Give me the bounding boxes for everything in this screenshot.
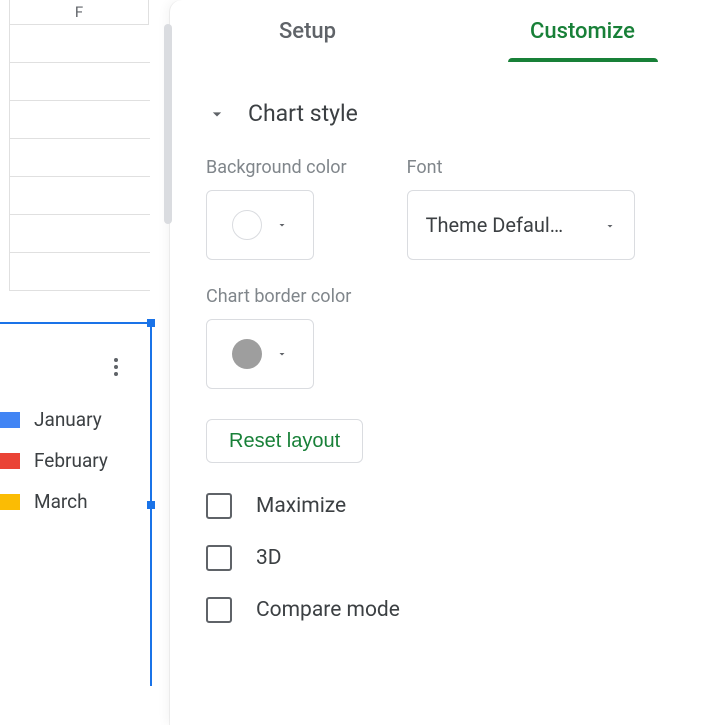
field-label: Font <box>407 157 635 178</box>
resize-handle-right[interactable] <box>147 501 155 509</box>
checkbox-box <box>206 493 232 519</box>
font-dropdown[interactable]: Theme Defaul… <box>407 190 635 260</box>
legend-item[interactable]: March <box>0 490 108 513</box>
legend-swatch <box>0 412 20 428</box>
tab-customize[interactable]: Customize <box>445 0 720 62</box>
legend-swatch <box>0 494 20 510</box>
checkbox-compare-mode[interactable]: Compare mode <box>206 597 684 623</box>
dropdown-value: Theme Defaul… <box>426 213 564 237</box>
checkbox-label: 3D <box>256 546 282 570</box>
field-label: Background color <box>206 157 347 178</box>
tab-setup[interactable]: Setup <box>170 0 445 62</box>
checkbox-maximize[interactable]: Maximize <box>206 493 684 519</box>
chevron-down-icon <box>206 103 228 125</box>
chevron-down-icon <box>276 216 288 235</box>
field-background-color: Background color <box>206 157 347 260</box>
legend-label: March <box>34 490 88 513</box>
chart-editor-panel: Setup Customize Chart style Background c… <box>170 0 720 725</box>
reset-layout-button[interactable]: Reset layout <box>206 419 363 463</box>
chevron-down-icon <box>276 345 288 364</box>
section-chart-style-header[interactable]: Chart style <box>206 82 684 157</box>
legend-item[interactable]: February <box>0 449 108 472</box>
field-chart-border-color: Chart border color <box>206 286 351 389</box>
section-title: Chart style <box>248 100 358 127</box>
legend-swatch <box>0 453 20 469</box>
checkbox-box <box>206 597 232 623</box>
checkbox-label: Maximize <box>256 494 346 518</box>
legend-label: January <box>34 408 102 431</box>
field-font: Font Theme Defaul… <box>407 157 635 260</box>
background-color-picker[interactable] <box>206 190 314 260</box>
chevron-down-icon <box>604 213 616 237</box>
column-cells[interactable] <box>9 25 150 291</box>
checkbox-box <box>206 545 232 571</box>
chart-overflow-menu-icon[interactable] <box>106 354 126 380</box>
spreadsheet-fragment: F January February March <box>0 0 170 725</box>
legend-item[interactable]: January <box>0 408 108 431</box>
checkbox-3d[interactable]: 3D <box>206 545 684 571</box>
color-swatch <box>232 339 262 369</box>
customize-body: Chart style Background color Font Theme … <box>170 62 720 623</box>
column-header-cell[interactable]: F <box>9 0 149 25</box>
resize-handle-top-right[interactable] <box>147 319 155 327</box>
panel-tabs: Setup Customize <box>170 0 720 62</box>
legend-label: February <box>34 449 108 472</box>
checkbox-label: Compare mode <box>256 598 400 622</box>
field-label: Chart border color <box>206 286 351 307</box>
embedded-chart[interactable]: January February March <box>0 322 152 686</box>
chart-legend: January February March <box>0 408 108 513</box>
color-swatch <box>232 210 262 240</box>
scrollbar[interactable] <box>164 24 172 224</box>
border-color-picker[interactable] <box>206 319 314 389</box>
